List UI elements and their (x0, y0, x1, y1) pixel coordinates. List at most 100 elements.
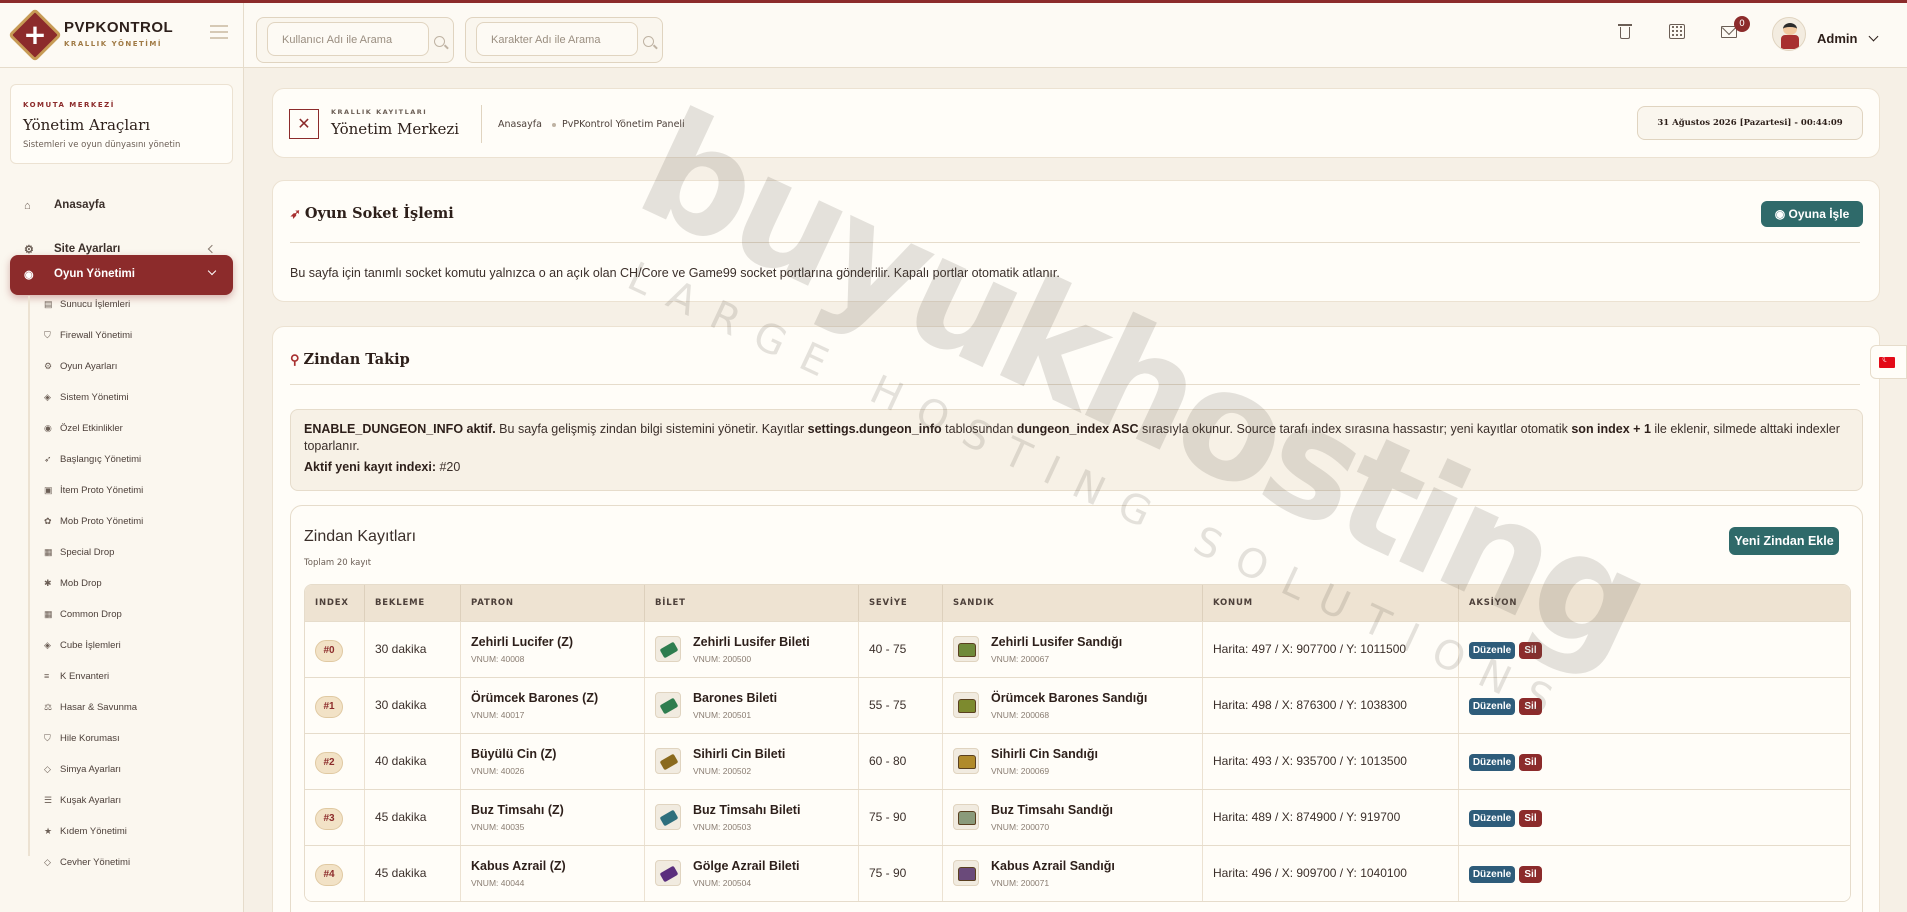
sidebar-eyebrow: KOMUTA MERKEZİ (23, 101, 115, 109)
table-cell: 40 - 75 (859, 622, 943, 678)
info-text: ENABLE_DUNGEON_INFO aktif. (304, 422, 496, 436)
edit-button[interactable]: Düzenle (1469, 698, 1515, 715)
level-range: 55 - 75 (869, 698, 907, 712)
user-search: Kullanıcı Adı ile Arama (256, 17, 454, 63)
sliders-icon: ☰ (44, 795, 53, 805)
column-header: PATRON (461, 585, 645, 621)
bug-icon: ✱ (44, 578, 52, 588)
rocket-icon: ➶ (44, 454, 52, 464)
table-cell: 30 dakika (365, 622, 461, 678)
language-selector[interactable] (1870, 345, 1907, 379)
table-row: #4 45 dakika Kabus Azrail (Z) VNUM: 40044 Gö… (305, 845, 1850, 901)
table-cell: Barones Bileti VNUM: 200501 (645, 678, 859, 734)
edit-button[interactable]: Düzenle (1469, 810, 1515, 827)
close-icon[interactable]: ✕ (289, 109, 319, 139)
location: Harita: 493 / X: 935700 / Y: 1013500 (1213, 754, 1407, 768)
gamepad-icon: ◉ (44, 423, 52, 433)
sidebar-info-card: KOMUTA MERKEZİ Yönetim Araçları Sistemle… (10, 84, 233, 164)
table-cell: Düzenle Sil (1459, 846, 1850, 901)
info-text: son index + 1 (1571, 422, 1651, 436)
index-badge: #3 (315, 808, 343, 830)
search-icon[interactable] (434, 36, 445, 47)
sidebar-item-label: Site Ayarları (54, 243, 121, 255)
boss-name: Kabus Azrail (Z) (471, 859, 566, 873)
user-search-input[interactable]: Kullanıcı Adı ile Arama (267, 22, 429, 56)
delete-button[interactable]: Sil (1519, 642, 1542, 659)
chevron-down-icon[interactable] (1868, 31, 1879, 42)
scale-icon: ⚖ (44, 702, 53, 712)
chest-vnum: VNUM: 200068 (991, 710, 1050, 720)
table-cell: Örümcek Barones (Z) VNUM: 40017 (461, 678, 645, 734)
index-badge: #4 (315, 864, 343, 886)
avatar[interactable] (1772, 17, 1806, 51)
table-cell: Buz Timsahı (Z) VNUM: 40035 (461, 790, 645, 846)
character-search-input[interactable]: Karakter Adı ile Arama (476, 22, 638, 56)
table-cell: Harita: 498 / X: 876300 / Y: 1038300 (1203, 678, 1459, 734)
table-cell: 75 - 90 (859, 846, 943, 901)
chest-icon (953, 748, 979, 774)
chest-vnum: VNUM: 200067 (991, 654, 1050, 664)
delete-button[interactable]: Sil (1519, 866, 1542, 883)
ticket-vnum: VNUM: 200504 (693, 878, 752, 888)
ticket-vnum: VNUM: 200500 (693, 654, 752, 664)
delete-button[interactable]: Sil (1519, 754, 1542, 771)
table-cell: Zehirli Lucifer (Z) VNUM: 40008 (461, 622, 645, 678)
table-row: #1 30 dakika Örümcek Barones (Z) VNUM: 4001… (305, 677, 1850, 734)
delete-button[interactable]: Sil (1519, 810, 1542, 827)
boss-name: Örümcek Barones (Z) (471, 691, 599, 705)
index-badge: #2 (315, 752, 343, 774)
info-text: settings.dungeon_info (807, 422, 942, 436)
table-cell: 75 - 90 (859, 790, 943, 846)
boss-name: Buz Timsahı (Z) (471, 803, 564, 817)
boss-name: Zehirli Lucifer (Z) (471, 635, 574, 649)
calendar-icon[interactable] (1666, 21, 1688, 43)
bars-icon: ≡ (44, 671, 50, 681)
ticket-icon (655, 692, 681, 718)
chest-vnum: VNUM: 200070 (991, 822, 1050, 832)
boss-vnum: VNUM: 40017 (471, 710, 525, 720)
rocket-icon: ➶ (290, 207, 301, 222)
add-dungeon-button[interactable]: Yeni Zindan Ekle (1729, 527, 1839, 555)
shield-icon: ⛉ (44, 733, 51, 743)
ticket-name: Buz Timsahı Bileti (693, 803, 801, 817)
table-cell: Gölge Azrail Bileti VNUM: 200504 (645, 846, 859, 901)
search-icon[interactable] (643, 36, 654, 47)
socket-card: ➶ Oyun Soket İşlemi ◉ Oyuna İşle Bu sayfa… (272, 180, 1880, 302)
divider (481, 105, 482, 143)
box-icon: ▣ (44, 485, 53, 495)
process-to-game-button[interactable]: ◉ Oyuna İşle (1761, 201, 1863, 227)
table-cell: Zehirli Lusifer Bileti VNUM: 200500 (645, 622, 859, 678)
menu-toggle-icon[interactable] (210, 25, 228, 43)
map-pin-icon: ⚲ (290, 353, 300, 368)
sidebar-item-anasayfa[interactable]: ⌂ Anasayfa (10, 186, 233, 226)
edit-button[interactable]: Düzenle (1469, 866, 1515, 883)
trash-icon[interactable] (1614, 21, 1636, 43)
table-cell: Harita: 496 / X: 909700 / Y: 1040100 (1203, 846, 1459, 901)
delete-button[interactable]: Sil (1519, 698, 1542, 715)
ticket-icon (655, 804, 681, 830)
boss-vnum: VNUM: 40035 (471, 822, 525, 832)
table-cell: Düzenle Sil (1459, 790, 1850, 846)
ticket-vnum: VNUM: 200502 (693, 766, 752, 776)
edit-button[interactable]: Düzenle (1469, 642, 1515, 659)
chevron-left-icon (207, 244, 217, 254)
wait-time: 40 dakika (375, 754, 427, 768)
table-cell: Zehirli Lusifer Sandığı VNUM: 200067 (943, 622, 1203, 678)
ticket-name: Gölge Azrail Bileti (693, 859, 800, 873)
sidebar-item-oyun-yonetimi[interactable]: ◉ Oyun Yönetimi (10, 255, 233, 295)
breadcrumb-home-link[interactable]: Anasayfa (498, 119, 542, 130)
socket-title: ➶ Oyun Soket İşlemi (290, 205, 454, 222)
chest-name: Zehirli Lusifer Sandığı (991, 635, 1123, 649)
character-search: Karakter Adı ile Arama (465, 17, 663, 63)
home-icon: ⌂ (24, 200, 31, 212)
ticket-icon (655, 860, 681, 886)
admin-name[interactable]: Admin (1817, 31, 1857, 46)
edit-button[interactable]: Düzenle (1469, 754, 1515, 771)
brand[interactable]: + PVPKONTROL KRALLIK YÖNETİMİ (0, 3, 244, 68)
divider (290, 242, 1860, 243)
grid-icon: ▦ (44, 609, 53, 619)
table-cell: Kabus Azrail Sandığı VNUM: 200071 (943, 846, 1203, 901)
chevron-down-icon (207, 266, 217, 276)
location: Harita: 489 / X: 874900 / Y: 919700 (1213, 810, 1401, 824)
table-cell: 45 dakika (365, 846, 461, 901)
